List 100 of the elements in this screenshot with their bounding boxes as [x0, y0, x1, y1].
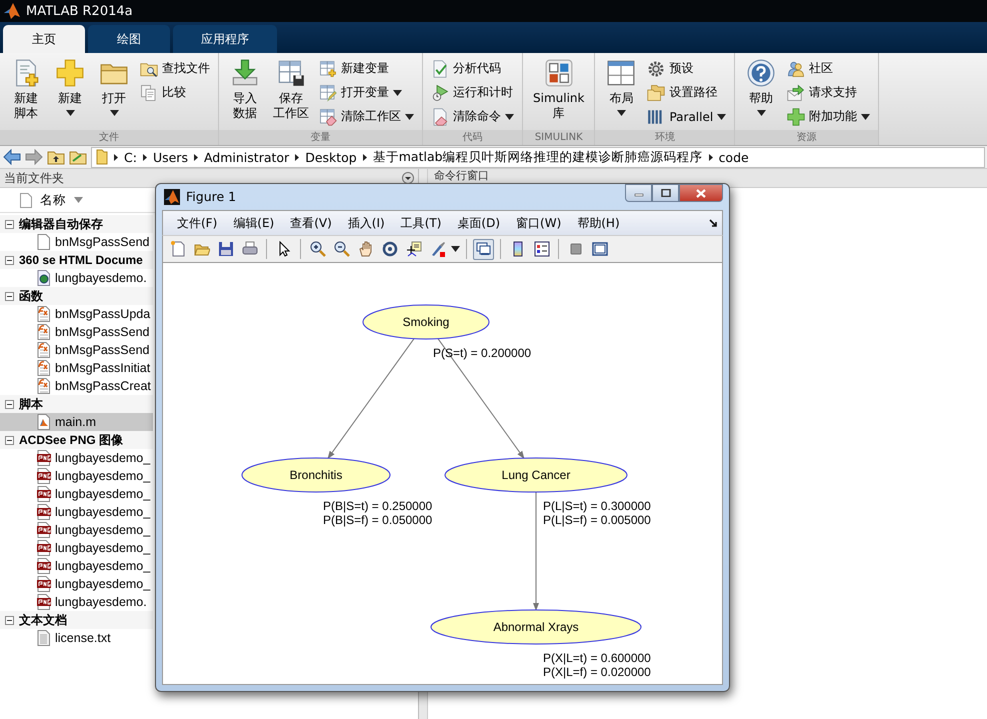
path-segment[interactable]: 基于matlab编程贝叶斯网络推理的建模诊断肺癌源码程序 [372, 148, 703, 166]
toolstrip-button[interactable]: 保存 工作区 [269, 57, 313, 130]
toolstrip-button[interactable]: 社区 [785, 58, 872, 79]
column-header[interactable]: 名称 [40, 192, 66, 208]
tab[interactable]: 应用程序 [173, 25, 277, 53]
legend-icon[interactable] [534, 241, 550, 258]
list-item[interactable]: lungbayesdemo_ [0, 539, 153, 557]
list-item[interactable]: lungbayesdemo_ [0, 557, 153, 575]
menu-item[interactable]: 窗口(W) [508, 212, 570, 234]
maximize-button[interactable] [652, 184, 679, 202]
probability-label: P(B|S=f) = 0.050000 [323, 513, 432, 528]
toolstrip-button[interactable]: 新建变量 [317, 58, 416, 79]
menu-item[interactable]: 编辑(E) [225, 212, 282, 234]
square-icon[interactable] [568, 241, 584, 258]
list-item[interactable]: lungbayesdemo. [0, 269, 153, 287]
list-item[interactable]: lungbayesdemo_ [0, 485, 153, 503]
collapse-icon[interactable] [5, 400, 14, 408]
toolstrip-button[interactable]: 帮助 [741, 57, 782, 130]
list-item[interactable]: license.txt [0, 629, 153, 647]
png-file-icon [37, 486, 51, 502]
toolstrip-button[interactable]: 导入 数据 [225, 57, 265, 130]
group-header[interactable]: 函数 [0, 287, 153, 305]
list-item[interactable]: bnMsgPassInitiat [0, 359, 153, 377]
toolstrip-button[interactable]: 设置路径 [645, 82, 728, 103]
group-header[interactable]: 文本文档 [0, 611, 153, 629]
toolstrip-button[interactable]: 新建 脚本 [6, 57, 46, 130]
toolstrip-button[interactable]: 查找文件 [138, 58, 212, 79]
rotate-icon[interactable] [382, 241, 398, 258]
toolstrip-button[interactable]: 分析代码 [429, 58, 516, 79]
toolstrip-button[interactable]: 新建 [50, 57, 90, 130]
folder-up-icon[interactable] [47, 149, 65, 165]
png-file-icon [37, 450, 51, 466]
linked-plot-icon[interactable] [476, 241, 492, 258]
toolstrip-button[interactable]: 比较 [138, 82, 212, 103]
tiles-icon [544, 59, 573, 87]
collapse-icon[interactable] [5, 436, 14, 444]
brush-icon[interactable] [430, 241, 446, 258]
documents-icon [140, 84, 158, 102]
toolstrip-button[interactable]: 请求支持 [785, 82, 872, 103]
list-item[interactable]: lungbayesdemo. [0, 593, 153, 611]
menu-item[interactable]: 查看(V) [282, 212, 340, 234]
menu-item[interactable]: 桌面(D) [449, 212, 508, 234]
list-item[interactable]: bnMsgPassCreat [0, 377, 153, 395]
menu-item[interactable]: 帮助(H) [569, 212, 628, 234]
list-item[interactable]: main.m [0, 413, 153, 431]
print-icon[interactable] [242, 241, 258, 258]
toolstrip-button[interactable]: 布局 [601, 57, 642, 130]
list-item[interactable]: bnMsgPassSend [0, 233, 153, 251]
path-segment[interactable]: code [718, 150, 749, 164]
zoom-out-icon[interactable] [334, 241, 350, 258]
path-segment[interactable]: Desktop [305, 150, 357, 164]
graph-node: Smoking [362, 304, 490, 340]
toolstrip-button[interactable]: 打开 [94, 57, 134, 130]
group-header[interactable]: 脚本 [0, 395, 153, 413]
tab[interactable]: 主页 [3, 25, 85, 53]
data-cursor-icon[interactable] [406, 241, 422, 258]
toolstrip-button[interactable]: 打开变量 [317, 82, 416, 103]
list-item[interactable]: bnMsgPassSend [0, 323, 153, 341]
list-item[interactable]: lungbayesdemo_ [0, 503, 153, 521]
path-segment[interactable]: C: [124, 150, 137, 164]
close-button[interactable] [679, 184, 723, 202]
group-header[interactable]: 360 se HTML Docume [0, 251, 153, 269]
toolstrip-button[interactable]: 预设 [645, 58, 728, 79]
collapse-icon[interactable] [5, 616, 14, 624]
group-header[interactable]: ACDSee PNG 图像 [0, 431, 153, 449]
toolstrip-button[interactable]: Parallel [645, 106, 728, 127]
toolstrip-button[interactable]: 附加功能 [785, 106, 872, 127]
list-item[interactable]: lungbayesdemo_ [0, 467, 153, 485]
help-icon [747, 59, 776, 87]
menu-item[interactable]: 工具(T) [392, 212, 450, 234]
hand-icon[interactable] [358, 241, 374, 258]
save-icon[interactable] [218, 241, 234, 258]
path-field[interactable]: C: Users Administrator Desktop 基于matlab编程贝叶斯网络推理的建模诊断肺癌源码程序 code [91, 146, 985, 168]
dropdown-icon[interactable] [402, 172, 414, 184]
toolstrip-button[interactable]: Simulink 库 [529, 57, 588, 130]
tab[interactable]: 绘图 [88, 25, 170, 53]
group-header[interactable]: 编辑器自动保存 [0, 215, 153, 233]
list-item[interactable]: lungbayesdemo_ [0, 521, 153, 539]
back-arrow-icon[interactable] [3, 149, 21, 165]
list-item[interactable]: bnMsgPassSend [0, 341, 153, 359]
new-file-icon[interactable] [170, 241, 186, 258]
panel-frame-icon[interactable] [592, 241, 608, 258]
toolstrip-button[interactable]: 运行和计时 [429, 82, 516, 103]
menu-item[interactable]: 文件(F) [169, 212, 226, 234]
path-segment[interactable]: Users [152, 150, 188, 164]
list-item[interactable]: bnMsgPassUpda [0, 305, 153, 323]
collapse-icon[interactable] [5, 256, 14, 264]
toolstrip-button[interactable]: 清除命令 [429, 106, 516, 127]
list-item[interactable]: lungbayesdemo_ [0, 575, 153, 593]
collapse-icon[interactable] [5, 220, 14, 228]
list-item[interactable]: lungbayesdemo_ [0, 449, 153, 467]
menu-item[interactable]: 插入(I) [340, 212, 393, 234]
toolstrip-button[interactable]: 清除工作区 [317, 106, 416, 127]
zoom-in-icon[interactable] [310, 241, 326, 258]
collapse-icon[interactable] [5, 292, 14, 300]
path-segment[interactable]: Administrator [204, 150, 290, 164]
probability-label: P(B|S=t) = 0.250000 [323, 499, 432, 514]
minimize-button[interactable] [625, 184, 652, 202]
dock-icon[interactable] [709, 218, 718, 228]
png-file-icon [37, 504, 51, 520]
